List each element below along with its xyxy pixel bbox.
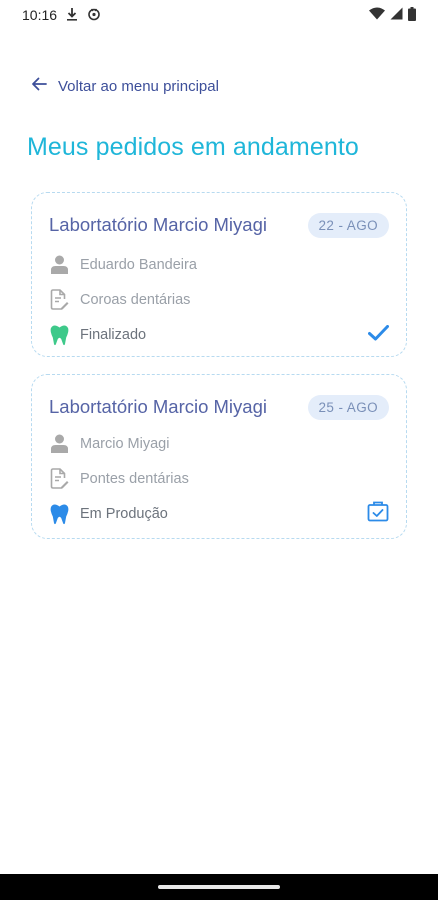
patient-row: Marcio Miyagi bbox=[49, 426, 389, 461]
person-icon bbox=[49, 433, 69, 455]
back-link-label: Voltar ao menu principal bbox=[58, 77, 219, 95]
date-badge: 25 - AGO bbox=[307, 394, 389, 420]
status-right bbox=[369, 6, 416, 24]
patient-name: Eduardo Bandeira bbox=[80, 256, 197, 273]
order-card-header: Labortatório Marcio Miyagi 25 - AGO bbox=[49, 392, 389, 422]
checkmark-icon[interactable] bbox=[368, 324, 389, 345]
battery-icon bbox=[408, 6, 416, 24]
status-label: Em Produção bbox=[80, 505, 168, 522]
status-left: Finalizado bbox=[49, 324, 146, 346]
lab-name: Labortatório Marcio Miyagi bbox=[49, 214, 267, 235]
home-indicator[interactable] bbox=[158, 885, 280, 889]
patient-name: Marcio Miyagi bbox=[80, 435, 170, 452]
status-label: Finalizado bbox=[80, 326, 147, 343]
status-time: 10:16 bbox=[22, 7, 58, 23]
status-bar: 10:16 bbox=[0, 0, 438, 30]
page-title: Meus pedidos em andamento bbox=[27, 133, 359, 161]
status-row: Em Produção bbox=[49, 496, 389, 531]
date-badge: 22 - AGO bbox=[307, 212, 389, 238]
clipboard-check-icon[interactable] bbox=[367, 501, 389, 526]
order-card[interactable]: Labortatório Marcio Miyagi 22 - AGO Edua… bbox=[31, 192, 407, 357]
status-row: Finalizado bbox=[49, 317, 389, 352]
notification-icon bbox=[87, 7, 101, 24]
wifi-icon bbox=[369, 7, 385, 23]
navigation-gesture-bar bbox=[0, 874, 438, 900]
arrow-left-icon bbox=[30, 76, 48, 96]
status-left: Em Produção bbox=[49, 503, 168, 525]
person-icon bbox=[49, 254, 69, 276]
status-left: 10:16 bbox=[22, 7, 101, 24]
product-name: Pontes dentárias bbox=[80, 470, 189, 487]
lab-name: Labortatório Marcio Miyagi bbox=[49, 396, 267, 417]
document-edit-icon bbox=[49, 289, 69, 311]
product-name: Coroas dentárias bbox=[80, 291, 191, 308]
order-card-header: Labortatório Marcio Miyagi 22 - AGO bbox=[49, 210, 389, 240]
order-card[interactable]: Labortatório Marcio Miyagi 25 - AGO Marc… bbox=[31, 374, 407, 539]
tooth-icon bbox=[49, 503, 69, 525]
cell-signal-icon bbox=[390, 7, 403, 23]
product-row: Coroas dentárias bbox=[49, 282, 389, 317]
document-edit-icon bbox=[49, 468, 69, 490]
tooth-icon bbox=[49, 324, 69, 346]
download-icon bbox=[66, 7, 78, 24]
back-to-menu-link[interactable]: Voltar ao menu principal bbox=[30, 76, 219, 96]
product-row: Pontes dentárias bbox=[49, 461, 389, 496]
patient-row: Eduardo Bandeira bbox=[49, 247, 389, 282]
